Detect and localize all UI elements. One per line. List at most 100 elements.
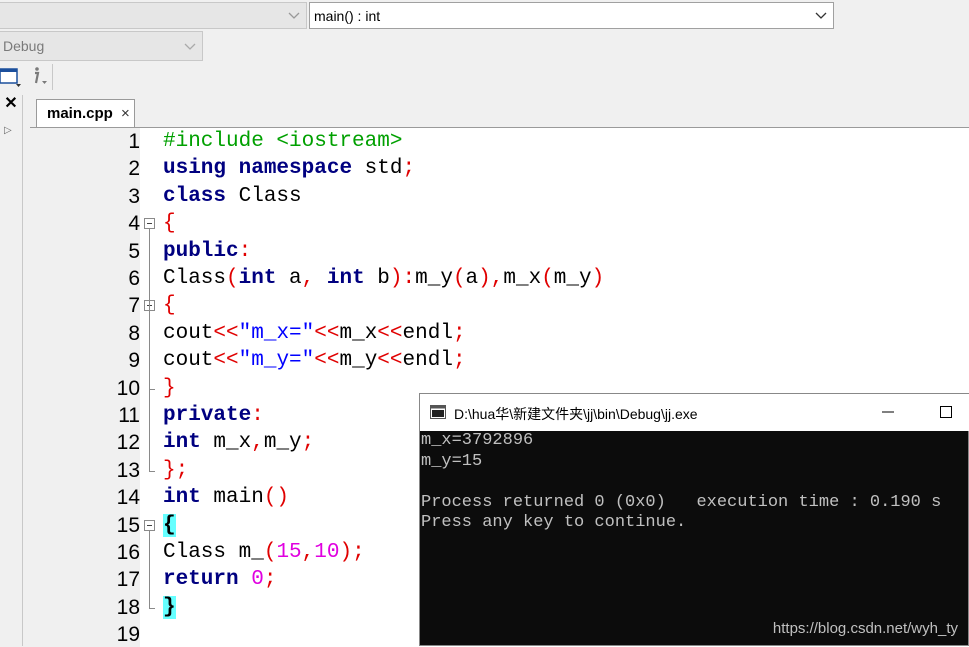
line-number: 8 bbox=[128, 321, 140, 345]
fold-end-mark bbox=[149, 607, 155, 609]
code-token: int bbox=[238, 267, 277, 290]
line-number: 17 bbox=[116, 568, 140, 592]
code-token: Class m_ bbox=[163, 541, 264, 564]
code-token: ; bbox=[402, 157, 416, 181]
tab-label: main.cpp bbox=[47, 105, 113, 122]
console-window[interactable]: D:\hua华\新建文件夹\jj\bin\Debug\jj.exe m_x=37… bbox=[419, 393, 969, 646]
code-line[interactable]: 8 cout<<"m_x="<<m_x<<endl; bbox=[30, 320, 969, 347]
code-token: Class bbox=[226, 184, 302, 208]
code-token: main bbox=[200, 486, 264, 510]
code-token: ): bbox=[389, 267, 416, 290]
code-token: ( bbox=[541, 267, 554, 290]
code-token: m_x bbox=[503, 267, 542, 290]
fold-toggle-icon[interactable] bbox=[144, 519, 155, 531]
code-token: namespace bbox=[238, 157, 353, 181]
code-line[interactable]: 9 cout<<"m_y="<<m_y<<endl; bbox=[30, 347, 969, 374]
code-token: ); bbox=[339, 541, 365, 564]
console-titlebar[interactable]: D:\hua华\新建文件夹\jj\bin\Debug\jj.exe bbox=[420, 394, 969, 431]
scope-combo[interactable] bbox=[0, 2, 307, 29]
code-token: << bbox=[314, 321, 340, 345]
code-token: #include <iostream> bbox=[163, 130, 403, 153]
code-token: ( bbox=[452, 267, 466, 290]
code-text: cout<<"m_x="<<m_x<<endl; bbox=[163, 320, 466, 347]
window-icon[interactable] bbox=[0, 66, 22, 88]
code-token: () bbox=[263, 486, 290, 510]
line-number: 14 bbox=[116, 486, 140, 510]
code-token: 15 bbox=[276, 541, 302, 564]
code-line[interactable]: 7{ bbox=[30, 292, 969, 319]
line-number: 7 bbox=[128, 294, 140, 318]
line-number: 1 bbox=[128, 130, 140, 153]
code-text: using namespace std; bbox=[163, 155, 415, 182]
tab-close-icon[interactable]: × bbox=[121, 105, 130, 122]
console-line: m_y=15 bbox=[421, 451, 483, 471]
maximize-icon[interactable] bbox=[936, 400, 956, 424]
code-token: int bbox=[326, 267, 365, 290]
code-line[interactable]: 1 #include <iostream> bbox=[30, 128, 969, 155]
minimize-icon[interactable] bbox=[878, 400, 898, 424]
info-icon[interactable] bbox=[28, 65, 50, 87]
code-token: : bbox=[251, 404, 264, 427]
watermark: https://blog.csdn.net/wyh_ty bbox=[772, 620, 958, 637]
code-token: , bbox=[301, 541, 315, 564]
code-token: ( bbox=[226, 267, 239, 290]
code-line[interactable]: 5 public: bbox=[30, 238, 969, 265]
code-token: m_y bbox=[415, 267, 453, 290]
code-token: } bbox=[163, 595, 176, 619]
code-token: << bbox=[213, 321, 239, 345]
code-line[interactable]: 2 using namespace std; bbox=[30, 155, 969, 182]
code-token: "m_x=" bbox=[238, 321, 315, 345]
code-line[interactable]: 6 Class(int a, int b):m_y(a),m_x(m_y) bbox=[30, 265, 969, 292]
code-token: 10 bbox=[314, 541, 340, 564]
code-text: #include <iostream> bbox=[163, 128, 402, 155]
line-number: 6 bbox=[128, 267, 140, 290]
code-text: Class(int a, int b):m_y(a),m_x(m_y) bbox=[163, 265, 604, 292]
code-token: << bbox=[377, 349, 403, 373]
code-token: b bbox=[364, 267, 390, 290]
code-token: m_y bbox=[263, 431, 302, 455]
console-line: Process returned 0 (0x0) execution time … bbox=[421, 492, 942, 512]
code-token: m_y bbox=[339, 349, 378, 373]
code-token: ; bbox=[452, 349, 466, 373]
function-combo[interactable]: main() : int bbox=[309, 2, 834, 29]
code-line[interactable]: 3 class Class bbox=[30, 183, 969, 210]
code-token: { bbox=[163, 294, 176, 318]
code-line[interactable]: 4{ bbox=[30, 210, 969, 237]
code-text: } bbox=[163, 594, 176, 621]
code-token: }; bbox=[163, 458, 189, 482]
console-line: m_x=3792896 bbox=[421, 431, 534, 450]
code-text: int m_x,m_y; bbox=[163, 429, 314, 456]
code-token: << bbox=[377, 321, 403, 345]
chevron-down-icon bbox=[288, 12, 300, 19]
toolbar: main() : int Debug bbox=[0, 0, 969, 95]
line-number: 10 bbox=[116, 376, 140, 400]
code-text: Class m_(15,10); bbox=[163, 539, 365, 566]
line-number: 18 bbox=[116, 595, 140, 619]
code-text: int main() bbox=[163, 484, 289, 511]
code-token: } bbox=[163, 376, 176, 400]
code-token: { bbox=[163, 513, 176, 537]
console-title: D:\hua华\新建文件夹\jj\bin\Debug\jj.exe bbox=[454, 406, 698, 422]
line-number: 13 bbox=[116, 458, 140, 482]
code-token: << bbox=[314, 349, 340, 373]
code-text: { bbox=[163, 210, 176, 237]
code-token: { bbox=[163, 212, 176, 236]
fold-toggle-icon[interactable] bbox=[144, 218, 155, 230]
code-token: public bbox=[163, 239, 239, 263]
code-text: public: bbox=[163, 238, 251, 265]
console-output: m_x=3792896 m_y=15 Process returned 0 (0x0… bbox=[420, 431, 969, 646]
code-token: "m_y=" bbox=[238, 349, 315, 373]
console-app-icon bbox=[430, 405, 446, 419]
code-text: return 0; bbox=[163, 566, 276, 593]
tab-main-cpp[interactable]: main.cpp × bbox=[36, 99, 135, 127]
code-token: ; bbox=[263, 568, 277, 592]
close-icon[interactable]: ✕ bbox=[2, 95, 20, 113]
code-token: cout bbox=[163, 349, 214, 373]
console-line: Press any key to continue. bbox=[421, 513, 687, 532]
expand-arrow-icon[interactable]: ▷ bbox=[4, 125, 12, 136]
chevron-down-icon bbox=[815, 12, 827, 19]
build-target-combo[interactable]: Debug bbox=[0, 31, 203, 61]
function-combo-value: main() : int bbox=[314, 8, 381, 24]
line-number: 5 bbox=[128, 239, 140, 263]
